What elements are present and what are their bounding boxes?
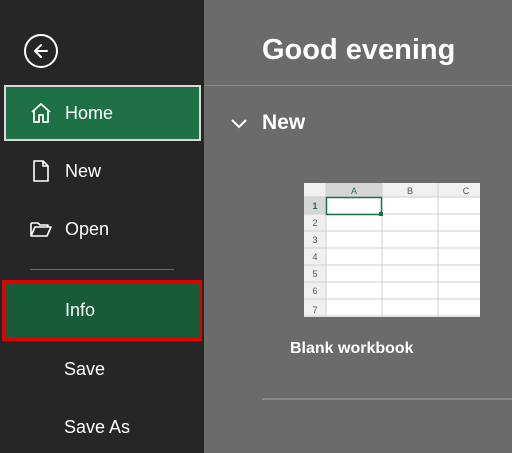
column-header: C: [463, 186, 470, 196]
backstage-sidebar: Home New Open Info Save Save As: [0, 0, 204, 453]
row-header: 2: [312, 218, 317, 228]
back-arrow-icon: [34, 44, 48, 58]
sidebar-item-save-as[interactable]: Save As: [4, 399, 201, 453]
new-document-icon: [29, 159, 53, 183]
row-header: 1: [312, 201, 317, 211]
chevron-down-icon: [231, 119, 247, 129]
page-title: Good evening: [262, 34, 456, 66]
row-header: 7: [312, 305, 317, 315]
sidebar-item-info[interactable]: Info: [2, 280, 202, 341]
section-divider: [262, 398, 512, 400]
sidebar-item-new[interactable]: New: [4, 143, 201, 199]
home-icon: [29, 101, 53, 125]
new-section-toggle[interactable]: New: [230, 111, 305, 135]
column-header: A: [351, 186, 357, 196]
sidebar-item-label: Save As: [64, 416, 131, 437]
blank-workbook-label[interactable]: Blank workbook: [290, 340, 490, 358]
sidebar-item-open[interactable]: Open: [4, 201, 201, 257]
row-header: 6: [312, 286, 317, 296]
sidebar-item-label: Open: [65, 218, 110, 239]
sidebar-item-label: Home: [65, 102, 114, 123]
sidebar-item-home[interactable]: Home: [4, 85, 201, 141]
sidebar-divider: [30, 269, 174, 270]
blank-workbook-thumbnail[interactable]: A B C 1 2 3 4 5 6 7: [304, 183, 480, 317]
header-divider: [204, 85, 512, 86]
sidebar-item-save[interactable]: Save: [4, 341, 201, 397]
row-header: 3: [312, 235, 317, 245]
back-button[interactable]: [24, 34, 58, 68]
sidebar-item-label: New: [65, 160, 102, 181]
spreadsheet-grid-icon: A B C 1 2 3 4 5 6 7: [304, 183, 480, 317]
sidebar-item-label: Save: [64, 358, 106, 379]
row-header: 5: [312, 269, 317, 279]
open-folder-icon: [29, 217, 53, 241]
sidebar-item-label: Info: [65, 300, 96, 320]
backstage-main: Good evening New A B C 1 2 3 4 5 6 7 Bla…: [204, 0, 512, 453]
row-header: 4: [312, 252, 317, 262]
column-header: B: [407, 186, 413, 196]
section-title: New: [262, 111, 306, 134]
